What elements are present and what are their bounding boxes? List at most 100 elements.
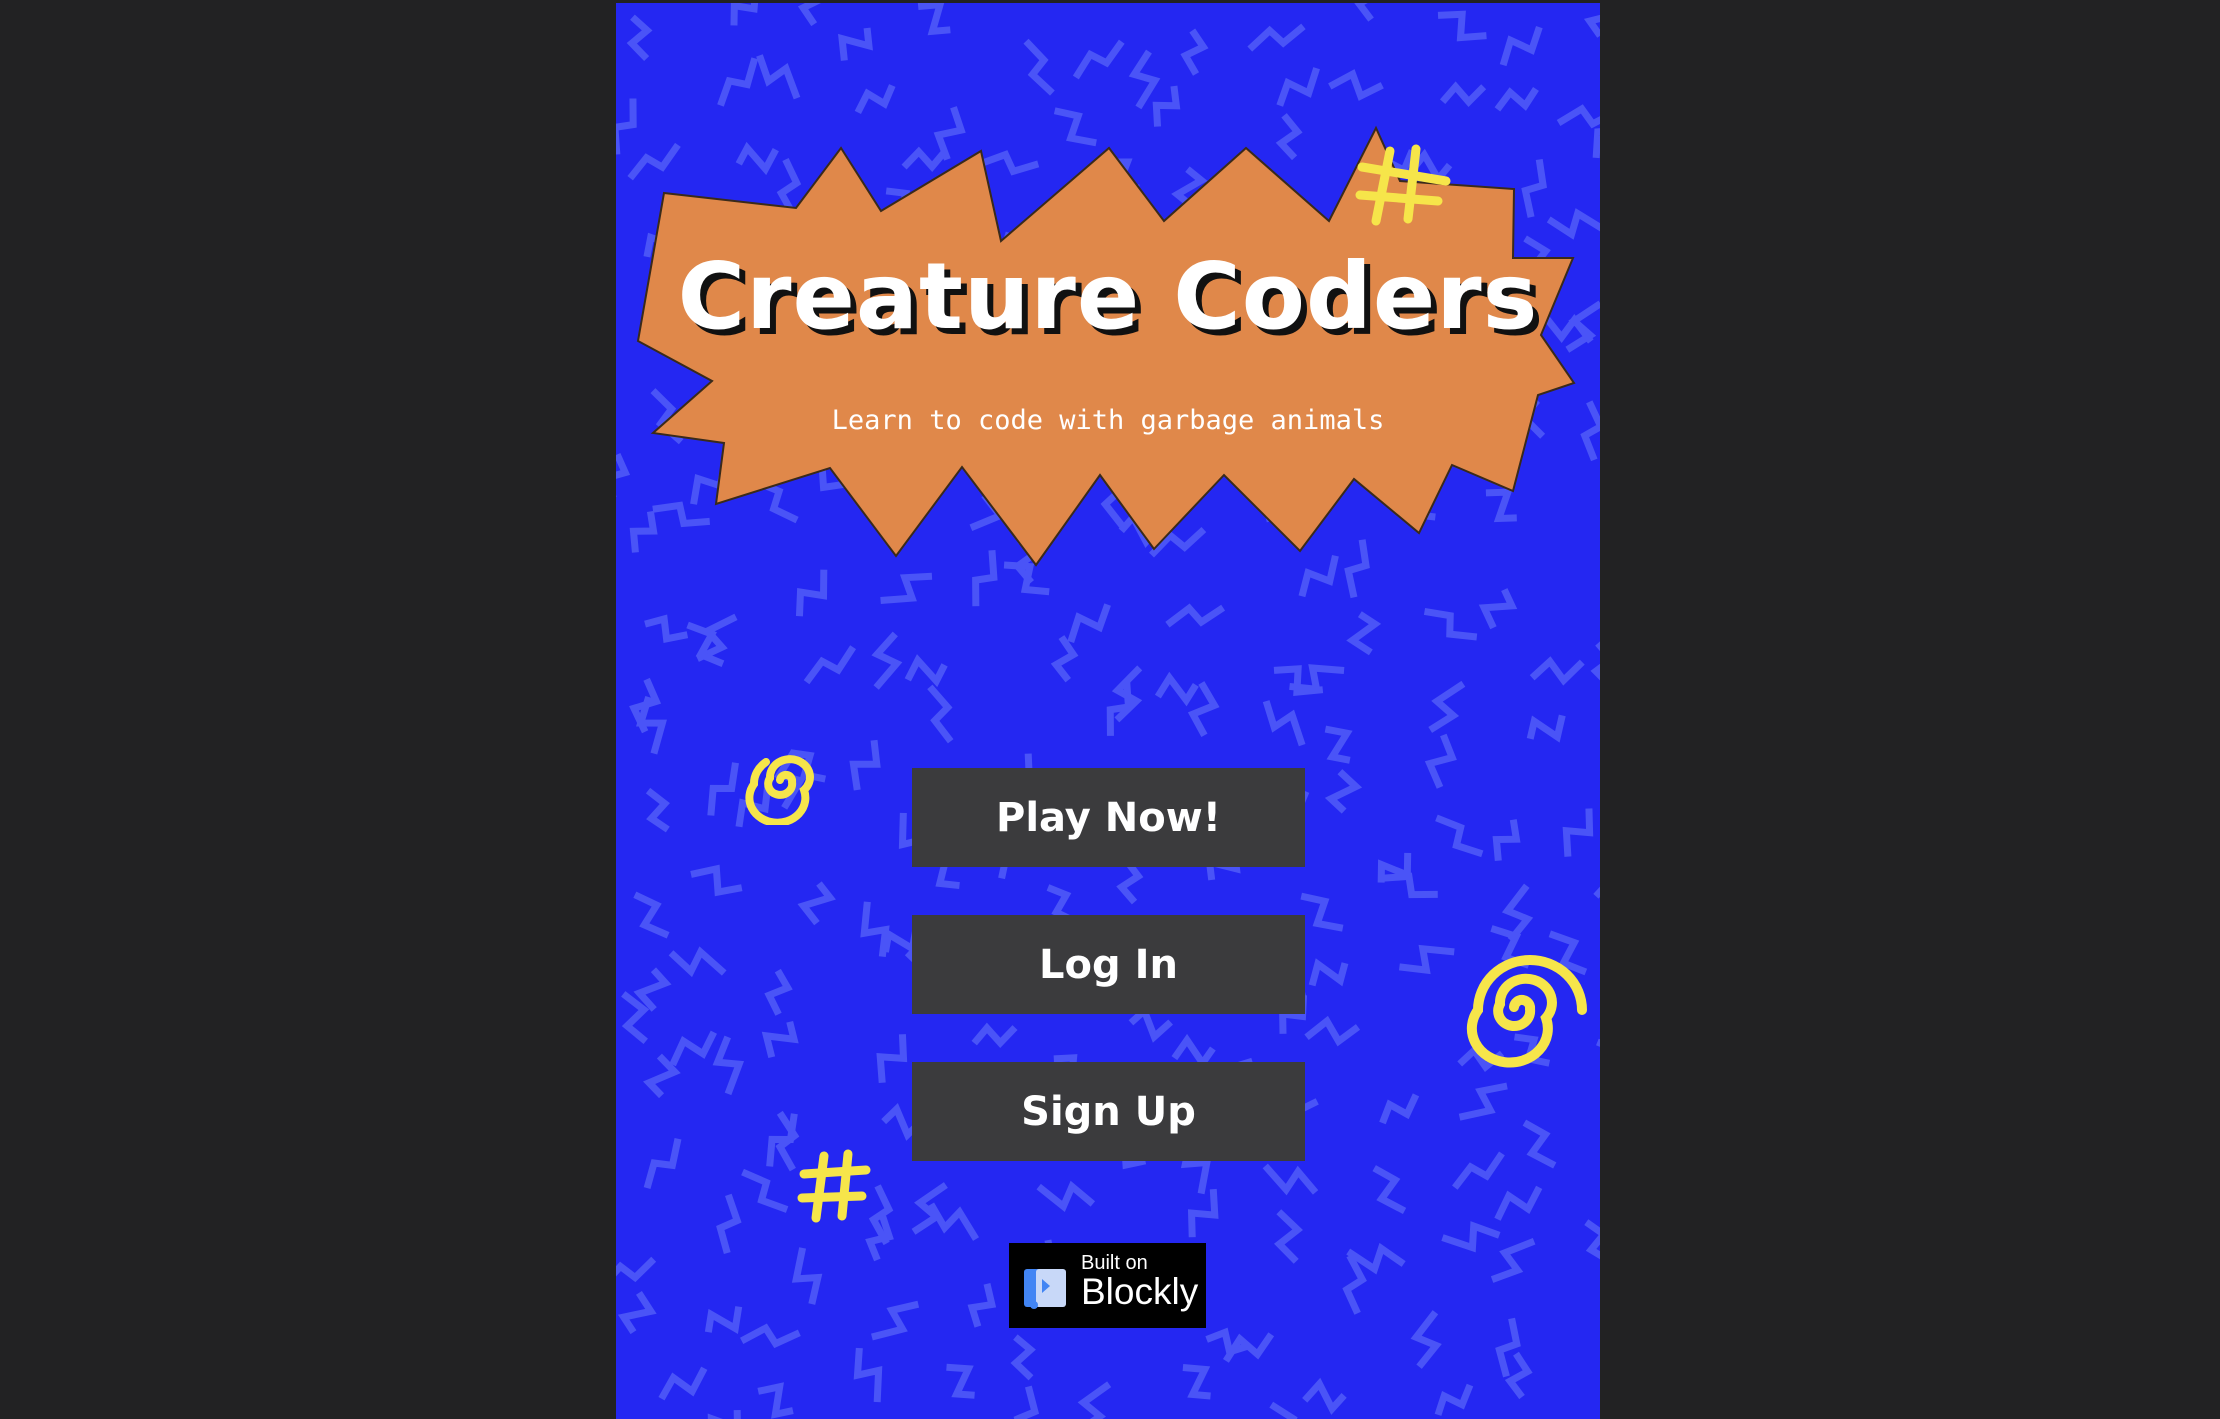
zigzag-pattern-mark	[1128, 49, 1161, 110]
sign-up-button[interactable]: Sign Up	[912, 1062, 1305, 1161]
zigzag-pattern-mark	[1490, 1238, 1536, 1283]
zigzag-pattern-mark	[1050, 635, 1079, 683]
zigzag-pattern-mark	[1010, 1334, 1036, 1381]
zigzag-pattern-mark	[1304, 1015, 1361, 1047]
zigzag-pattern-mark	[643, 1138, 682, 1190]
zigzag-pattern-mark	[1302, 1377, 1347, 1415]
zigzag-pattern-mark	[752, 477, 799, 524]
zigzag-pattern-mark	[1053, 107, 1097, 147]
zigzag-pattern-mark	[1072, 39, 1125, 80]
zigzag-pattern-mark	[928, 1202, 980, 1241]
zigzag-pattern-mark	[1593, 864, 1600, 899]
zigzag-pattern-mark	[791, 1247, 823, 1305]
zigzag-pattern-mark	[1269, 1401, 1312, 1419]
zigzag-pattern-mark	[1180, 28, 1209, 76]
spiral-icon	[745, 755, 814, 825]
zigzag-pattern-mark	[644, 614, 689, 643]
zigzag-pattern-mark	[904, 654, 948, 688]
zigzag-pattern-mark	[1410, 1310, 1442, 1369]
zigzag-pattern-mark	[1036, 1180, 1096, 1212]
zigzag-pattern-mark	[1118, 511, 1164, 548]
zigzag-pattern-mark	[669, 1030, 717, 1067]
zigzag-pattern-mark	[757, 1382, 794, 1419]
zigzag-pattern-mark	[1458, 1082, 1508, 1121]
zigzag-pattern-mark	[797, 881, 836, 926]
zigzag-pattern-mark	[1187, 1188, 1219, 1238]
zigzag-pattern-mark	[1424, 733, 1457, 789]
log-in-button[interactable]: Log In	[912, 915, 1305, 1014]
zigzag-pattern-mark	[1344, 539, 1370, 599]
zigzag-pattern-mark	[1013, 1385, 1040, 1419]
zigzag-pattern-mark	[616, 453, 631, 500]
zigzag-pattern-mark	[704, 1306, 743, 1334]
zigzag-pattern-mark	[740, 1323, 801, 1349]
zigzag-pattern-mark	[967, 1283, 997, 1328]
zigzag-pattern-mark	[1437, 10, 1487, 42]
zigzag-pattern-mark	[838, 27, 873, 61]
zigzag-pattern-mark	[652, 501, 711, 528]
zigzag-pattern-mark	[1522, 1119, 1557, 1169]
zigzag-pattern-mark	[1056, 444, 1085, 484]
zigzag-pattern-mark	[1067, 603, 1111, 644]
zigzag-pattern-mark	[1275, 113, 1303, 161]
zigzag-pattern-mark	[971, 1022, 1018, 1049]
zigzag-pattern-mark	[1324, 769, 1363, 814]
zigzag-pattern-mark	[776, 157, 802, 219]
zigzag-pattern-mark	[626, 14, 653, 61]
zigzag-pattern-mark	[1308, 958, 1349, 987]
zigzag-pattern-mark	[716, 1193, 742, 1255]
play-now-button[interactable]: Play Now!	[912, 768, 1305, 867]
zigzag-pattern-mark	[1346, 1242, 1406, 1275]
zigzag-pattern-mark	[1285, 489, 1321, 524]
zigzag-pattern-mark	[1439, 81, 1487, 107]
zigzag-pattern-mark	[1165, 603, 1226, 628]
zigzag-pattern-mark	[1428, 680, 1466, 733]
zigzag-pattern-mark	[854, 84, 896, 114]
zigzag-pattern-mark	[1357, 443, 1397, 481]
hash-icon	[797, 1149, 871, 1223]
zigzag-pattern-mark	[1353, 3, 1382, 22]
zigzag-pattern-mark	[1529, 656, 1585, 686]
zigzag-pattern-mark	[1499, 26, 1543, 67]
zigzag-pattern-mark	[1372, 1165, 1407, 1215]
built-on-blockly-badge[interactable]: Built on Blockly	[1009, 1243, 1206, 1328]
zigzag-pattern-mark	[1590, 640, 1600, 688]
zigzag-pattern-mark	[1274, 1209, 1303, 1264]
zigzag-pattern-mark	[1485, 488, 1517, 523]
zigzag-pattern-mark	[1075, 1381, 1112, 1419]
zigzag-pattern-mark	[1211, 456, 1271, 488]
zigzag-pattern-mark	[969, 485, 1014, 531]
zigzag-pattern-mark	[806, 347, 844, 400]
zigzag-pattern-mark	[725, 208, 760, 245]
zigzag-pattern-mark	[1504, 1351, 1533, 1400]
zigzag-pattern-mark	[880, 572, 933, 604]
zigzag-pattern-mark	[795, 569, 828, 617]
zigzag-pattern-mark	[933, 106, 966, 161]
zigzag-pattern-mark	[1187, 681, 1220, 738]
zigzag-pattern-mark	[1390, 485, 1436, 521]
zigzag-pattern-mark	[1562, 808, 1594, 857]
zigzag-pattern-mark	[761, 1020, 799, 1059]
zigzag-pattern-mark	[616, 1256, 657, 1289]
app-title: Creature Coders	[677, 243, 1539, 350]
zigzag-pattern-mark	[707, 1409, 742, 1419]
zigzag-pattern-mark	[1276, 67, 1320, 107]
zigzag-pattern-mark	[764, 968, 793, 1016]
zigzag-pattern-mark	[849, 739, 881, 791]
zigzag-pattern-mark	[871, 1300, 920, 1341]
zigzag-pattern-mark	[1556, 104, 1600, 129]
zigzag-pattern-mark	[1434, 1383, 1474, 1416]
zigzag-pattern-mark	[735, 141, 779, 176]
zigzag-pattern-mark	[797, 3, 827, 27]
badge-blockly-text: Blockly	[1081, 1271, 1199, 1312]
zigzag-pattern-mark	[730, 3, 760, 26]
spiral-icon	[1466, 955, 1587, 1068]
zigzag-pattern-mark	[1435, 814, 1484, 858]
zigzag-pattern-mark	[1182, 1363, 1211, 1400]
zigzag-pattern-mark	[853, 1347, 883, 1403]
zigzag-pattern-mark	[617, 1290, 657, 1335]
zigzag-pattern-mark	[802, 463, 846, 492]
zigzag-pattern-mark	[633, 891, 670, 939]
zigzag-pattern-mark	[972, 549, 998, 607]
zigzag-pattern-mark	[901, 146, 948, 172]
